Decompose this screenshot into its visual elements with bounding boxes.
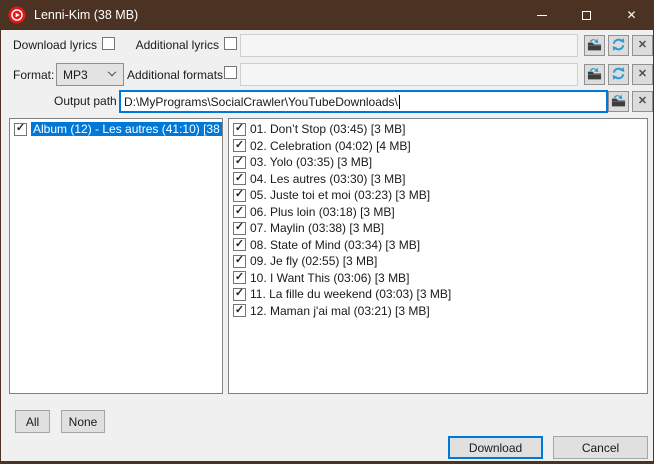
folder-open-icon bbox=[587, 37, 602, 55]
x-icon: ✕ bbox=[638, 40, 647, 51]
lyrics-browse-button[interactable] bbox=[584, 35, 605, 56]
track-item[interactable]: 06. Plus loin (03:18) [3 MB] bbox=[229, 204, 647, 221]
track-item[interactable]: 10. I Want This (03:06) [3 MB] bbox=[229, 270, 647, 287]
track-label: 11. La fille du weekend (03:03) [3 MB] bbox=[250, 287, 451, 301]
download-lyrics-checkbox[interactable] bbox=[102, 37, 115, 50]
track-label: 01. Don’t Stop (03:45) [3 MB] bbox=[250, 122, 405, 136]
additional-formats-label: Additional formats bbox=[127, 68, 219, 82]
format-label: Format: bbox=[13, 68, 54, 82]
album-label: Album (12) - Les autres (41:10) [38 MB] bbox=[31, 122, 223, 136]
additional-lyrics-input[interactable] bbox=[240, 34, 578, 57]
track-item[interactable]: 04. Les autres (03:30) [3 MB] bbox=[229, 171, 647, 188]
track-checkbox[interactable] bbox=[233, 189, 246, 202]
track-label: 03. Yolo (03:35) [3 MB] bbox=[250, 155, 372, 169]
folder-open-icon bbox=[611, 93, 626, 111]
track-label: 08. State of Mind (03:34) [3 MB] bbox=[250, 238, 420, 252]
folder-open-icon bbox=[587, 66, 602, 84]
track-label: 05. Juste toi et moi (03:23) [3 MB] bbox=[250, 188, 430, 202]
track-item[interactable]: 03. Yolo (03:35) [3 MB] bbox=[229, 154, 647, 171]
track-item[interactable]: 12. Maman j'ai mal (03:21) [3 MB] bbox=[229, 303, 647, 320]
text-caret bbox=[399, 95, 400, 109]
maximize-button[interactable] bbox=[564, 0, 609, 30]
track-label: 02. Celebration (04:02) [4 MB] bbox=[250, 139, 411, 153]
output-path-input[interactable]: D:\MyPrograms\SocialCrawler\YouTubeDownl… bbox=[119, 90, 608, 113]
track-checkbox[interactable] bbox=[233, 238, 246, 251]
additional-lyrics-checkbox[interactable] bbox=[224, 37, 237, 50]
client-area: Download lyrics Additional lyrics bbox=[1, 30, 653, 461]
output-browse-button[interactable] bbox=[608, 91, 629, 112]
track-checkbox[interactable] bbox=[233, 271, 246, 284]
track-label: 06. Plus loin (03:18) [3 MB] bbox=[250, 205, 395, 219]
app-window: Lenni-Kim (38 MB) ✕ Download lyrics Addi… bbox=[0, 0, 654, 464]
cancel-button[interactable]: Cancel bbox=[553, 436, 648, 459]
track-label: 10. I Want This (03:06) [3 MB] bbox=[250, 271, 409, 285]
download-button[interactable]: Download bbox=[448, 436, 543, 459]
select-all-button[interactable]: All bbox=[15, 410, 50, 433]
track-label: 09. Je fly (02:55) [3 MB] bbox=[250, 254, 377, 268]
track-label: 12. Maman j'ai mal (03:21) [3 MB] bbox=[250, 304, 430, 318]
additional-formats-checkbox[interactable] bbox=[224, 66, 237, 79]
x-icon: ✕ bbox=[638, 96, 647, 107]
additional-lyrics-label: Additional lyrics bbox=[131, 38, 219, 52]
track-checkbox[interactable] bbox=[233, 123, 246, 136]
track-checkbox[interactable] bbox=[233, 222, 246, 235]
close-button[interactable]: ✕ bbox=[609, 0, 654, 30]
titlebar: Lenni-Kim (38 MB) ✕ bbox=[0, 0, 654, 30]
formats-refresh-button[interactable] bbox=[608, 64, 629, 85]
track-checkbox[interactable] bbox=[233, 205, 246, 218]
track-label: 04. Les autres (03:30) [3 MB] bbox=[250, 172, 405, 186]
album-list[interactable]: Album (12) - Les autres (41:10) [38 MB] bbox=[9, 118, 223, 394]
track-checkbox[interactable] bbox=[233, 172, 246, 185]
refresh-icon bbox=[611, 37, 626, 55]
track-item[interactable]: 09. Je fly (02:55) [3 MB] bbox=[229, 253, 647, 270]
track-item[interactable]: 02. Celebration (04:02) [4 MB] bbox=[229, 138, 647, 155]
track-checkbox[interactable] bbox=[233, 139, 246, 152]
window-title: Lenni-Kim (38 MB) bbox=[34, 8, 519, 22]
track-item[interactable]: 05. Juste toi et moi (03:23) [3 MB] bbox=[229, 187, 647, 204]
output-path-value: D:\MyPrograms\SocialCrawler\YouTubeDownl… bbox=[124, 95, 398, 109]
formats-clear-button[interactable]: ✕ bbox=[632, 64, 653, 85]
formats-browse-button[interactable] bbox=[584, 64, 605, 85]
output-path-label: Output path bbox=[54, 94, 114, 108]
lyrics-clear-button[interactable]: ✕ bbox=[632, 35, 653, 56]
play-circle-icon bbox=[8, 6, 26, 24]
album-item[interactable]: Album (12) - Les autres (41:10) [38 MB] bbox=[10, 121, 222, 138]
track-label: 07. Maylin (03:38) [3 MB] bbox=[250, 221, 384, 235]
track-checkbox[interactable] bbox=[233, 304, 246, 317]
track-checkbox[interactable] bbox=[233, 255, 246, 268]
track-item[interactable]: 08. State of Mind (03:34) [3 MB] bbox=[229, 237, 647, 254]
output-clear-button[interactable]: ✕ bbox=[632, 91, 653, 112]
refresh-icon bbox=[611, 66, 626, 84]
minimize-button[interactable] bbox=[519, 0, 564, 30]
maximize-icon bbox=[582, 11, 591, 20]
chevron-down-icon bbox=[108, 67, 116, 75]
track-item[interactable]: 01. Don’t Stop (03:45) [3 MB] bbox=[229, 121, 647, 138]
track-list[interactable]: 01. Don’t Stop (03:45) [3 MB] 02. Celebra… bbox=[228, 118, 648, 394]
track-checkbox[interactable] bbox=[233, 288, 246, 301]
format-dropdown[interactable]: MP3 bbox=[56, 63, 124, 86]
album-checkbox[interactable] bbox=[14, 123, 27, 136]
track-item[interactable]: 07. Maylin (03:38) [3 MB] bbox=[229, 220, 647, 237]
select-none-button[interactable]: None bbox=[61, 410, 105, 433]
minimize-icon bbox=[537, 15, 547, 16]
track-checkbox[interactable] bbox=[233, 156, 246, 169]
x-icon: ✕ bbox=[638, 69, 647, 80]
close-icon: ✕ bbox=[626, 9, 636, 21]
track-item[interactable]: 11. La fille du weekend (03:03) [3 MB] bbox=[229, 286, 647, 303]
format-value: MP3 bbox=[63, 68, 109, 82]
lyrics-refresh-button[interactable] bbox=[608, 35, 629, 56]
download-lyrics-label: Download lyrics bbox=[13, 38, 97, 52]
additional-formats-input[interactable] bbox=[240, 63, 578, 86]
